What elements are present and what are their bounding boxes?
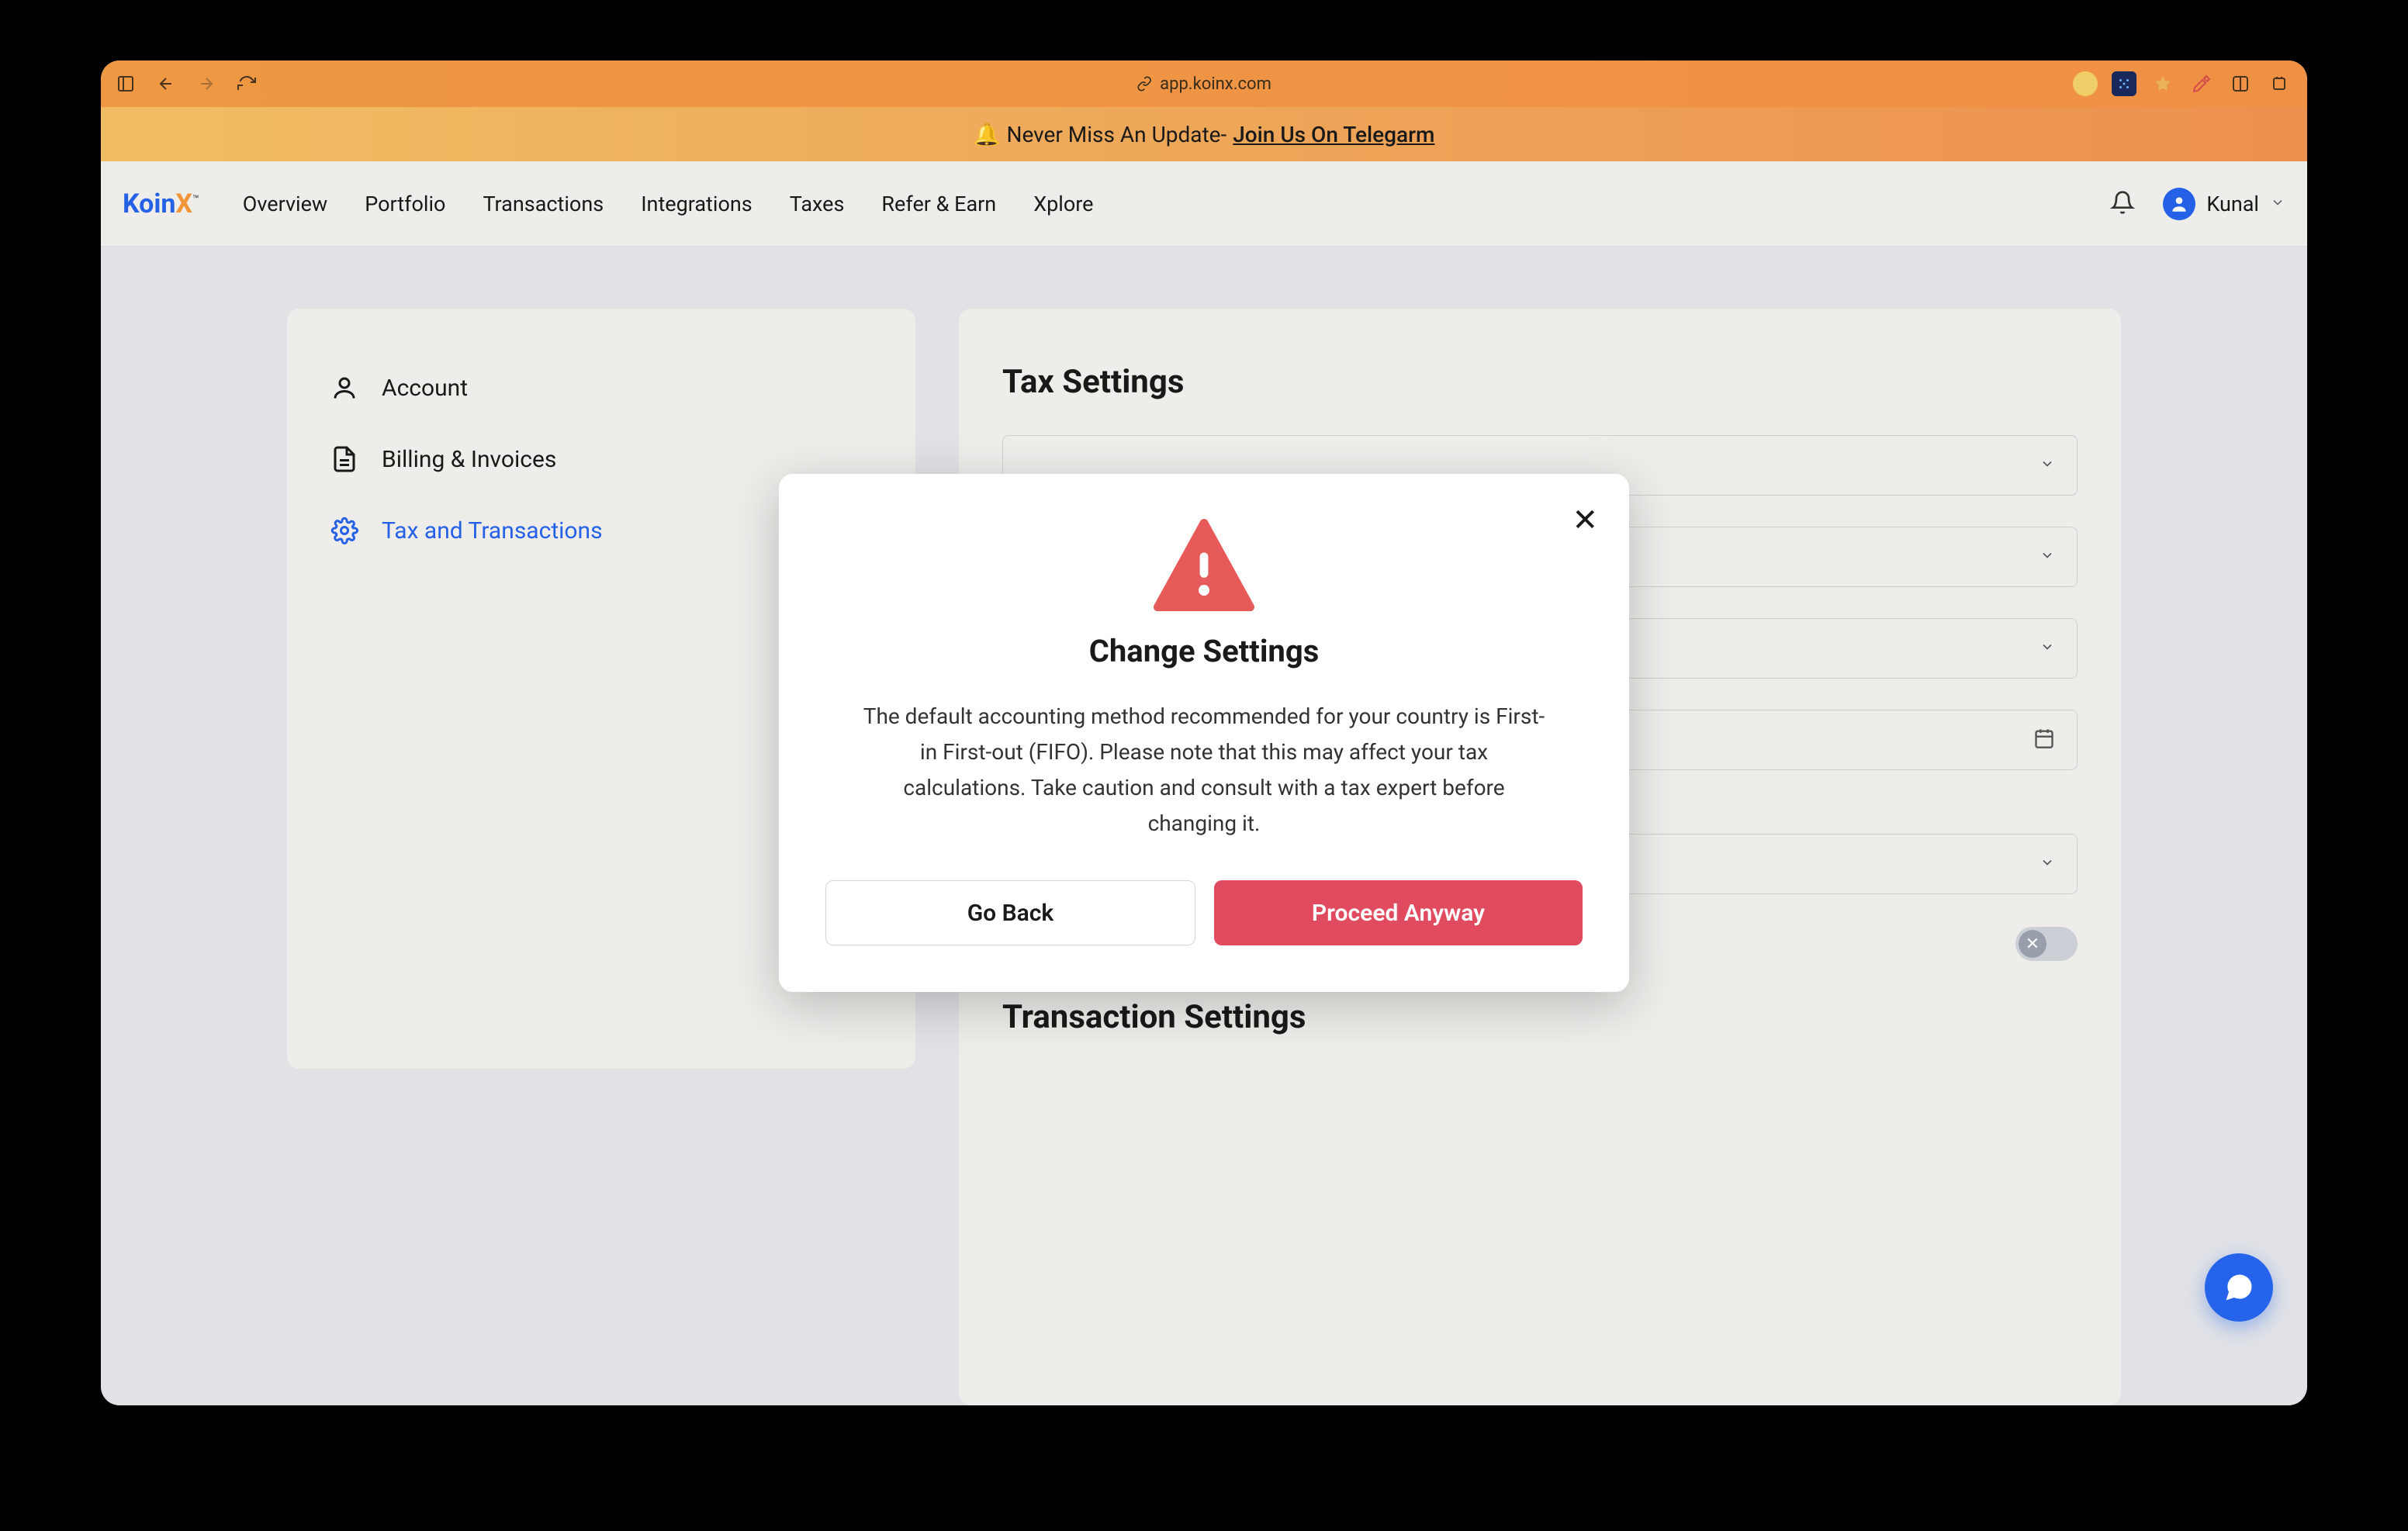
warning-icon — [1154, 519, 1254, 611]
nav-integrations[interactable]: Integrations — [641, 192, 752, 216]
primary-income-toggle[interactable]: ✕ — [2015, 927, 2078, 961]
reload-icon[interactable] — [237, 74, 256, 93]
announcement-banner: 🔔 Never Miss An Update- Join Us On Teleg… — [101, 107, 2307, 161]
sidebar-item-account[interactable]: Account — [287, 352, 915, 423]
nav-refer[interactable]: Refer & Earn — [881, 192, 996, 216]
avatar — [2163, 188, 2195, 220]
go-back-button[interactable]: Go Back — [825, 880, 1195, 945]
sidebar-item-label: Billing & Invoices — [382, 446, 556, 473]
browser-window: app.koinx.com 🔔 Never Miss An Update- Jo… — [101, 60, 2307, 1405]
toggle-knob: ✕ — [2019, 930, 2046, 958]
banner-text: Never Miss An Update- — [1006, 122, 1226, 147]
modal-title: Change Settings — [825, 633, 1583, 669]
chevron-down-icon — [2040, 852, 2055, 876]
modal-body: The default accounting method recommende… — [825, 699, 1583, 842]
sidebar-item-label: Account — [382, 375, 468, 402]
username: Kunal — [2206, 192, 2259, 216]
eyedropper-icon[interactable] — [2189, 71, 2214, 96]
notifications-icon[interactable] — [2110, 190, 2135, 218]
chevron-down-icon — [2040, 454, 2055, 477]
url-text: app.koinx.com — [1160, 74, 1271, 94]
nav-xplore[interactable]: Xplore — [1033, 192, 1093, 216]
nav-taxes[interactable]: Taxes — [790, 192, 845, 216]
nav-portfolio[interactable]: Portfolio — [365, 192, 445, 216]
forward-icon — [197, 74, 216, 93]
extension-icon[interactable] — [2112, 71, 2136, 96]
chevron-down-icon — [2040, 637, 2055, 660]
nav-transactions[interactable]: Transactions — [483, 192, 604, 216]
chat-fab[interactable] — [2205, 1253, 2273, 1322]
document-icon — [330, 445, 358, 473]
link-icon — [1137, 76, 1152, 92]
chat-icon — [2222, 1270, 2256, 1305]
proceed-button[interactable]: Proceed Anyway — [1214, 880, 1583, 945]
page-title: Tax Settings — [1002, 363, 2078, 401]
main-nav: Overview Portfolio Transactions Integrat… — [243, 192, 1094, 216]
address-bar[interactable]: app.koinx.com — [1137, 74, 1271, 94]
sidebar-toggle-icon[interactable] — [116, 74, 135, 93]
close-icon[interactable]: ✕ — [1572, 502, 1598, 538]
calendar-icon — [2033, 727, 2055, 752]
sidebar-item-label: Tax and Transactions — [382, 517, 603, 544]
transaction-settings-title: Transaction Settings — [1002, 998, 2078, 1036]
chevron-down-icon — [2270, 195, 2285, 213]
user-icon — [330, 374, 358, 402]
app-header: KoinX™ Overview Portfolio Transactions I… — [101, 161, 2307, 247]
tabs-icon[interactable] — [2267, 71, 2292, 96]
extension-icon[interactable] — [2150, 71, 2175, 96]
extension-icon[interactable] — [2073, 71, 2098, 96]
user-menu[interactable]: Kunal — [2163, 188, 2285, 220]
share-icon[interactable] — [2228, 71, 2253, 96]
banner-link[interactable]: Join Us On Telegarm — [1233, 122, 1434, 147]
change-settings-modal: ✕ Change Settings The default accounting… — [779, 474, 1629, 993]
gear-icon — [330, 517, 358, 544]
back-icon[interactable] — [157, 74, 175, 93]
logo[interactable]: KoinX™ — [123, 188, 199, 219]
bell-emoji-icon: 🔔 — [974, 122, 1001, 147]
nav-overview[interactable]: Overview — [243, 192, 327, 216]
browser-toolbar: app.koinx.com — [101, 60, 2307, 107]
chevron-down-icon — [2040, 545, 2055, 569]
